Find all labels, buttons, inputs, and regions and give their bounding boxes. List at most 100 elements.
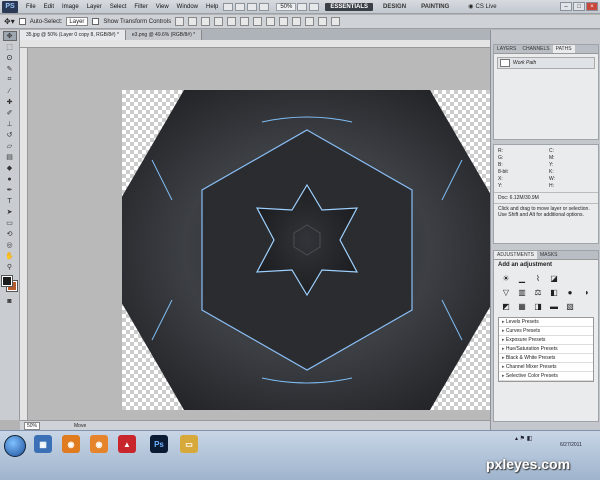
invert-icon[interactable]: ◩ bbox=[500, 301, 512, 311]
posterize-icon[interactable]: ▦ bbox=[516, 301, 528, 311]
exposure-icon[interactable]: ◪ bbox=[548, 273, 560, 283]
arrange-documents-icon[interactable] bbox=[297, 2, 308, 11]
auto-select-dropdown[interactable]: Layer bbox=[66, 17, 89, 26]
color-swatches[interactable] bbox=[0, 275, 18, 292]
gradient-tool-icon[interactable]: ▤ bbox=[3, 152, 17, 162]
gradient-map-icon[interactable]: ▬ bbox=[548, 301, 560, 311]
move-tool-icon[interactable]: ✥ bbox=[2, 31, 17, 41]
type-tool-icon[interactable]: T bbox=[3, 196, 17, 206]
lasso-tool-icon[interactable]: ʘ bbox=[3, 53, 17, 63]
preset-hue-saturation[interactable]: Hue/Saturation Presets bbox=[499, 345, 593, 354]
auto-select-checkbox[interactable] bbox=[18, 18, 26, 25]
work-path-row[interactable]: Work Path bbox=[497, 57, 595, 69]
align-middle-icon[interactable] bbox=[188, 17, 198, 26]
align-bottom-icon[interactable] bbox=[201, 17, 211, 26]
start-button[interactable] bbox=[4, 435, 26, 457]
status-zoom[interactable]: 50% bbox=[24, 421, 41, 430]
preset-curves[interactable]: Curves Presets bbox=[499, 327, 593, 336]
document-canvas[interactable] bbox=[122, 90, 492, 410]
3d-orbit-tool-icon[interactable]: ◎ bbox=[3, 240, 17, 250]
dodge-tool-icon[interactable]: ● bbox=[3, 174, 17, 184]
photoshop-task-icon[interactable]: Ps bbox=[150, 435, 168, 453]
zoom-tool-icon[interactable]: ⚲ bbox=[3, 262, 17, 272]
threshold-icon[interactable]: ◨ bbox=[532, 301, 544, 311]
tab-adjustments[interactable]: ADJUSTMENTS bbox=[494, 251, 537, 259]
workspace-essentials[interactable]: ESSENTIALS bbox=[325, 2, 374, 11]
move-tool-preset-icon[interactable]: ✥▾ bbox=[4, 17, 15, 26]
eraser-tool-icon[interactable]: ▱ bbox=[3, 141, 17, 151]
preset-selective-color[interactable]: Selective Color Presets bbox=[499, 372, 593, 381]
zoom-level-select[interactable]: 50% bbox=[276, 2, 297, 11]
align-right-icon[interactable] bbox=[240, 17, 250, 26]
menu-layer[interactable]: Layer bbox=[83, 4, 106, 10]
shape-tool-icon[interactable]: ▭ bbox=[3, 218, 17, 228]
distribute-center-icon[interactable] bbox=[305, 17, 315, 26]
vibrance-icon[interactable]: ▽ bbox=[500, 287, 512, 297]
clone-stamp-tool-icon[interactable]: ⊥ bbox=[3, 119, 17, 129]
close-button[interactable]: × bbox=[586, 2, 598, 11]
workspace-design[interactable]: DESIGN bbox=[378, 3, 411, 11]
pen-tool-icon[interactable]: ✒ bbox=[3, 185, 17, 195]
menu-select[interactable]: Select bbox=[106, 4, 131, 10]
menu-edit[interactable]: Edit bbox=[40, 4, 58, 10]
preset-black-white[interactable]: Black & White Presets bbox=[499, 354, 593, 363]
workspace-painting[interactable]: PAINTING bbox=[416, 3, 454, 11]
tab-channels[interactable]: CHANNELS bbox=[519, 45, 552, 53]
align-center-icon[interactable] bbox=[227, 17, 237, 26]
document-tab-35[interactable]: 35.jpg @ 50% (Layer 0 copy 8, RGB/8#) * bbox=[20, 30, 126, 40]
preset-channel-mixer[interactable]: Channel Mixer Presets bbox=[499, 363, 593, 372]
blur-tool-icon[interactable]: ◆ bbox=[3, 163, 17, 173]
selective-color-icon[interactable]: ▧ bbox=[564, 301, 576, 311]
distribute-top-icon[interactable] bbox=[253, 17, 263, 26]
explorer-icon[interactable]: ▦ bbox=[34, 435, 52, 453]
quick-selection-tool-icon[interactable]: ✎ bbox=[3, 64, 17, 74]
history-brush-tool-icon[interactable]: ↺ bbox=[3, 130, 17, 140]
taskbar-date[interactable]: 6/27/2011 bbox=[560, 442, 582, 448]
distribute-left-icon[interactable] bbox=[292, 17, 302, 26]
levels-icon[interactable]: ▁ bbox=[516, 273, 528, 283]
hand-tool-icon[interactable] bbox=[247, 2, 258, 11]
crop-tool-icon[interactable]: ⌗ bbox=[3, 75, 17, 85]
system-tray-icons[interactable]: ▴ ⚑ ◧ bbox=[515, 435, 532, 442]
tab-layers[interactable]: LAYERS bbox=[494, 45, 519, 53]
folder-icon[interactable]: ▭ bbox=[180, 435, 198, 453]
minimize-button[interactable]: – bbox=[560, 2, 572, 11]
color-balance-icon[interactable]: ⚖ bbox=[532, 287, 544, 297]
cs-live-button[interactable]: ◉ CS Live bbox=[468, 3, 496, 11]
menu-window[interactable]: Window bbox=[173, 4, 202, 10]
hand-tool-icon[interactable]: ✋ bbox=[3, 251, 17, 261]
bridge-icon[interactable] bbox=[223, 2, 234, 11]
auto-align-icon[interactable] bbox=[331, 17, 341, 26]
align-top-icon[interactable] bbox=[175, 17, 185, 26]
distribute-middle-icon[interactable] bbox=[266, 17, 276, 26]
hue-saturation-icon[interactable]: ▥ bbox=[516, 287, 528, 297]
ruler-horizontal[interactable] bbox=[20, 40, 490, 48]
photo-filter-icon[interactable]: ● bbox=[564, 287, 576, 297]
brightness-contrast-icon[interactable]: ☀ bbox=[500, 273, 512, 283]
firefox-icon[interactable]: ◉ bbox=[62, 435, 80, 453]
tab-masks[interactable]: MASKS bbox=[537, 251, 561, 259]
3d-rotate-tool-icon[interactable]: ⟲ bbox=[3, 229, 17, 239]
align-left-icon[interactable] bbox=[214, 17, 224, 26]
menu-help[interactable]: Help bbox=[202, 4, 222, 10]
foreground-color-swatch[interactable] bbox=[0, 275, 13, 287]
show-transform-checkbox[interactable] bbox=[92, 18, 100, 25]
firefox-2-icon[interactable]: ◉ bbox=[90, 435, 108, 453]
curves-icon[interactable]: ⌇ bbox=[532, 273, 544, 283]
minibridge-icon[interactable] bbox=[235, 2, 246, 11]
zoom-tool-icon[interactable] bbox=[259, 2, 270, 11]
menu-view[interactable]: View bbox=[152, 4, 173, 10]
document-tab-e3[interactable]: e3.png @ 49.6% (RGB/8#) * bbox=[125, 30, 203, 40]
marquee-tool-icon[interactable]: ⬚ bbox=[3, 42, 17, 52]
path-selection-tool-icon[interactable]: ➤ bbox=[3, 207, 17, 217]
preset-exposure[interactable]: Exposure Presets bbox=[499, 336, 593, 345]
menu-filter[interactable]: Filter bbox=[130, 4, 151, 10]
quick-mask-icon[interactable]: ◙ bbox=[3, 296, 17, 306]
black-white-icon[interactable]: ◧ bbox=[548, 287, 560, 297]
screen-mode-icon[interactable] bbox=[309, 2, 320, 11]
maximize-button[interactable]: □ bbox=[573, 2, 585, 11]
preset-levels[interactable]: Levels Presets bbox=[499, 318, 593, 327]
ruler-vertical[interactable] bbox=[20, 48, 28, 420]
menu-image[interactable]: Image bbox=[58, 4, 83, 10]
eyedropper-tool-icon[interactable]: ⁄ bbox=[3, 86, 17, 96]
